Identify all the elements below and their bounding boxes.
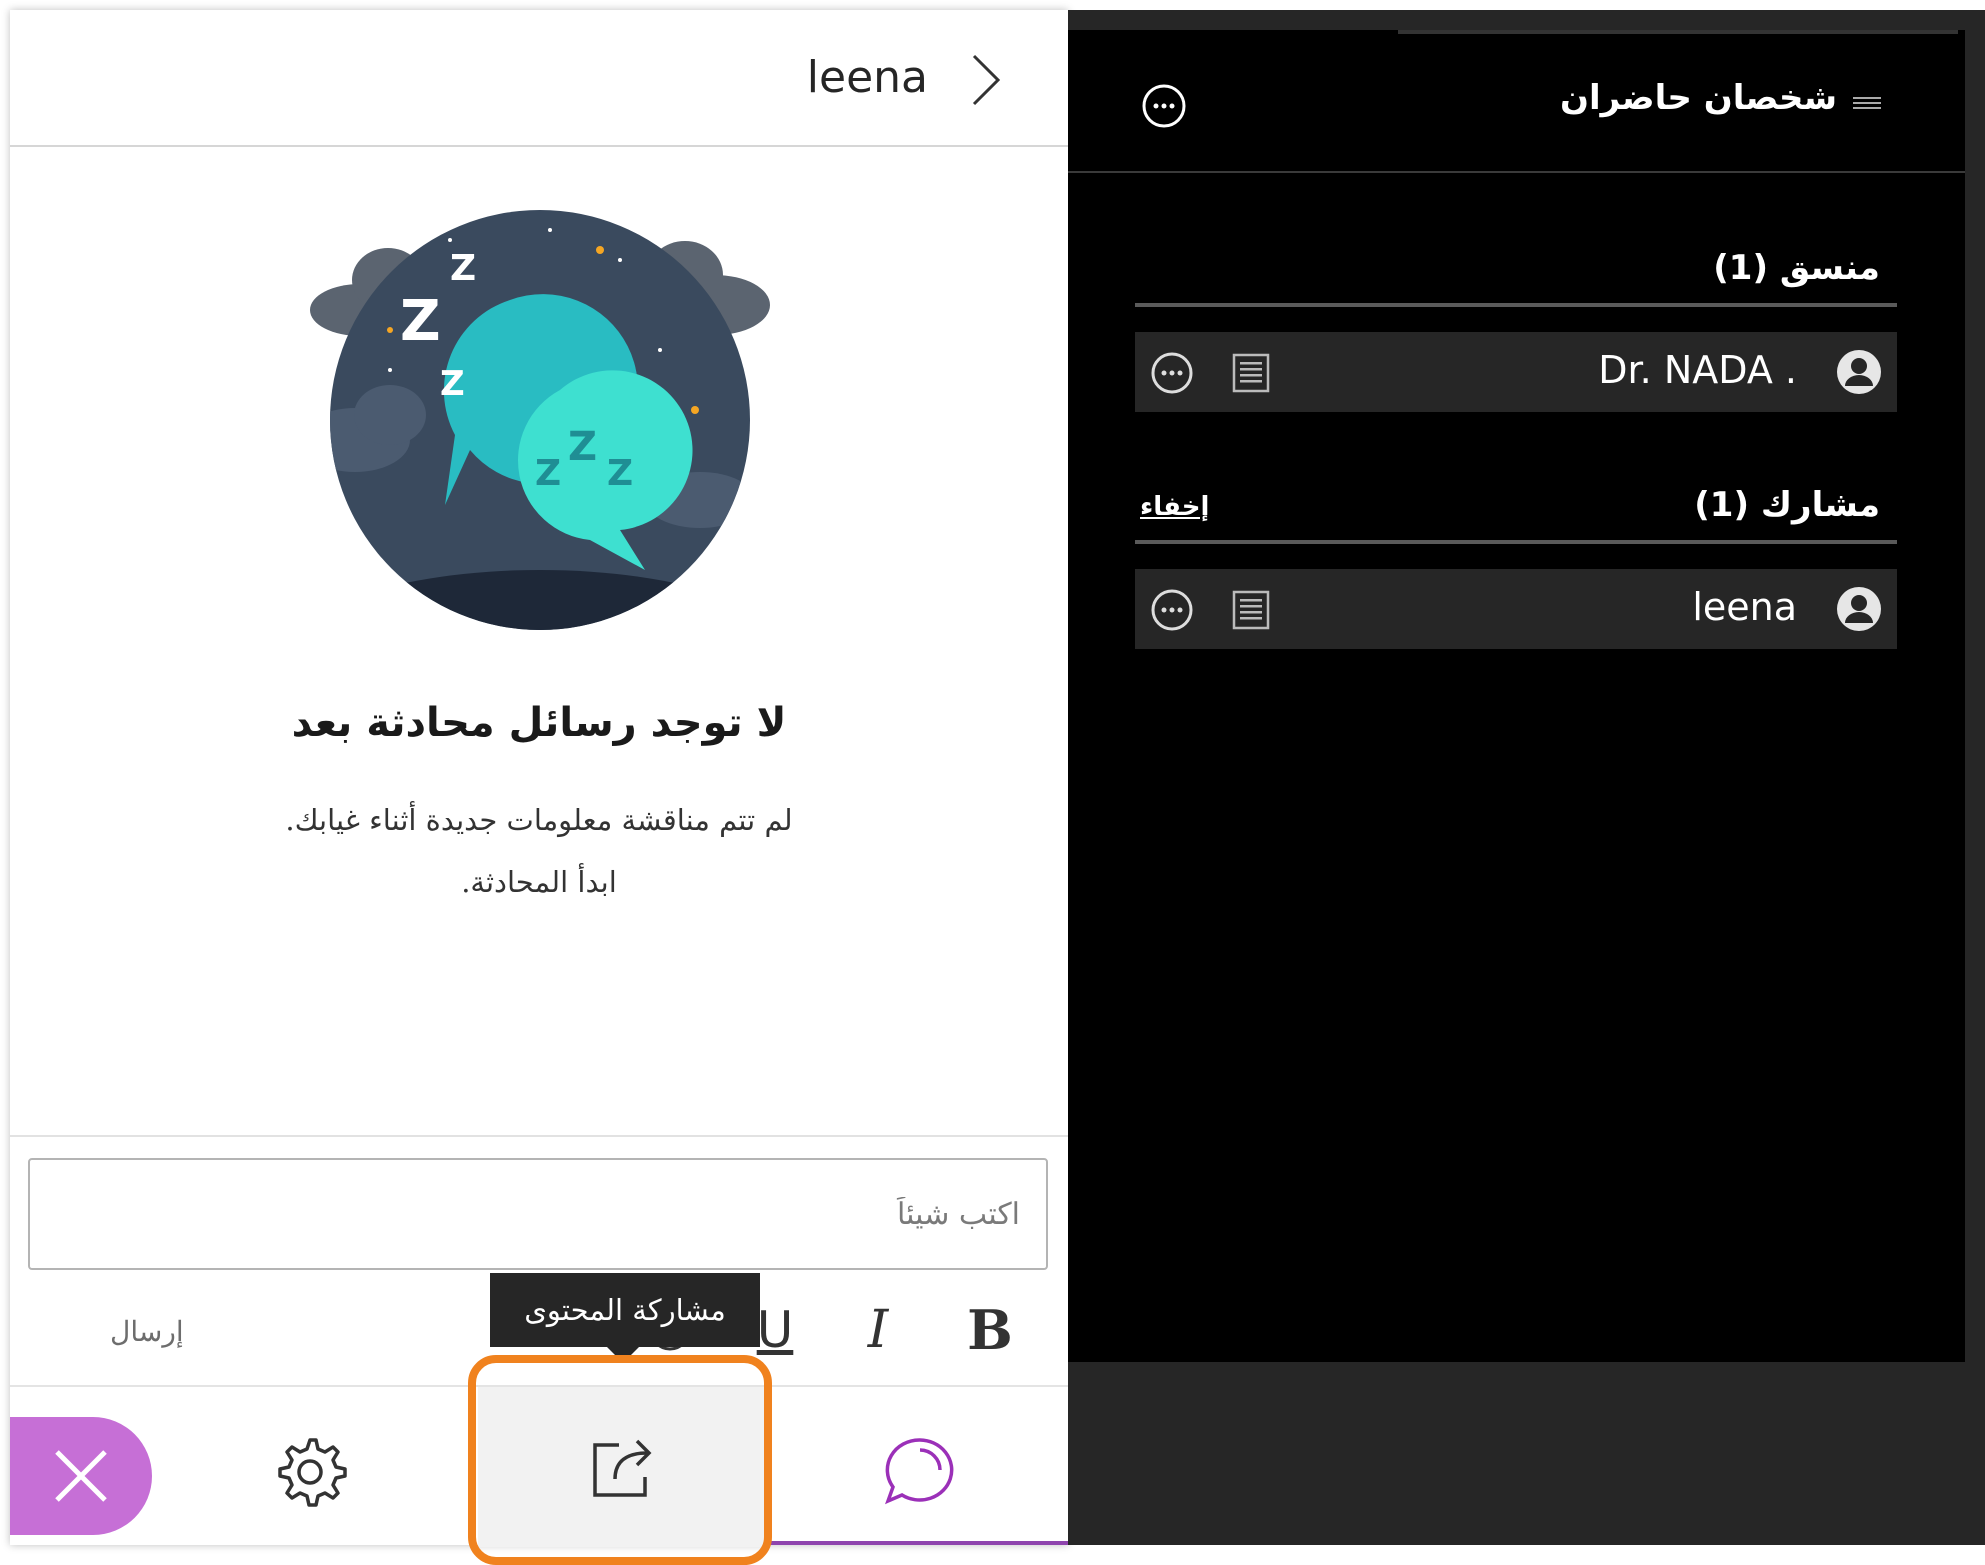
more-options-icon[interactable] xyxy=(1140,82,1188,130)
attendee-row[interactable]: leena xyxy=(1135,569,1897,649)
chevron-right-icon[interactable] xyxy=(966,52,1006,108)
chat-recipient-name: leena xyxy=(806,52,928,103)
attendee-name: Dr. NADA . xyxy=(1598,348,1797,392)
empty-state-message: لم تتم مناقشة معلومات جديدة أثناء غيابك. xyxy=(285,803,793,837)
message-input[interactable] xyxy=(28,1158,1048,1270)
attendees-header: شخصان حاضران xyxy=(1068,30,1965,173)
chat-panel: leena Z Z Z Z Z Z لا توجد رسائل محادثة ب… xyxy=(10,10,1068,1547)
svg-text:Z: Z xyxy=(400,289,441,354)
moderator-section-heading: منسق (1) xyxy=(1713,248,1880,288)
active-tab-indicator xyxy=(768,1541,1068,1545)
more-options-icon[interactable] xyxy=(1149,350,1195,396)
svg-text:Z: Z xyxy=(607,453,633,494)
chat-bubble-icon[interactable] xyxy=(880,1432,960,1512)
attendees-panel: شخصان حاضران منسق (1) Dr. NADA . مشارك (… xyxy=(1068,30,1965,1362)
list-icon[interactable] xyxy=(1231,352,1271,394)
bold-button[interactable]: B xyxy=(960,1295,1020,1365)
section-divider xyxy=(1135,540,1897,544)
close-icon xyxy=(55,1450,107,1502)
share-content-tooltip: مشاركة المحتوى xyxy=(490,1273,760,1347)
svg-text:Z: Z xyxy=(450,248,476,289)
svg-text:Z: Z xyxy=(535,453,561,494)
svg-text:Z: Z xyxy=(440,364,465,404)
italic-button[interactable]: I xyxy=(848,1295,908,1365)
attendee-name: leena xyxy=(1692,585,1797,629)
section-divider xyxy=(1135,303,1897,307)
participant-section-heading: مشارك (1) xyxy=(1694,485,1880,525)
attendee-row[interactable]: Dr. NADA . xyxy=(1135,332,1897,412)
share-icon xyxy=(593,1439,652,1497)
hide-section-link[interactable]: إخفاء xyxy=(1140,492,1209,522)
empty-state-title: لا توجد رسائل محادثة بعد xyxy=(291,700,787,746)
send-button[interactable]: إرسال xyxy=(110,1315,184,1348)
sleeping-chat-illustration: Z Z Z Z Z Z xyxy=(310,210,770,630)
chat-header: leena xyxy=(10,10,1068,147)
menu-icon[interactable] xyxy=(1853,94,1881,112)
bottom-tab-bar xyxy=(10,1385,1068,1547)
close-button[interactable] xyxy=(10,1417,152,1535)
share-content-tab[interactable] xyxy=(478,1387,768,1547)
svg-text:Z: Z xyxy=(568,424,597,470)
more-options-icon[interactable] xyxy=(1149,587,1195,633)
avatar-icon xyxy=(1837,350,1881,394)
composer-divider xyxy=(10,1135,1068,1137)
list-icon[interactable] xyxy=(1231,589,1271,631)
attendees-title: شخصان حاضران xyxy=(1559,78,1837,118)
avatar-icon xyxy=(1837,587,1881,631)
empty-state-prompt: ابدأ المحادثة. xyxy=(461,865,617,899)
tooltip-arrow xyxy=(607,1347,639,1363)
gear-icon[interactable] xyxy=(270,1432,350,1512)
